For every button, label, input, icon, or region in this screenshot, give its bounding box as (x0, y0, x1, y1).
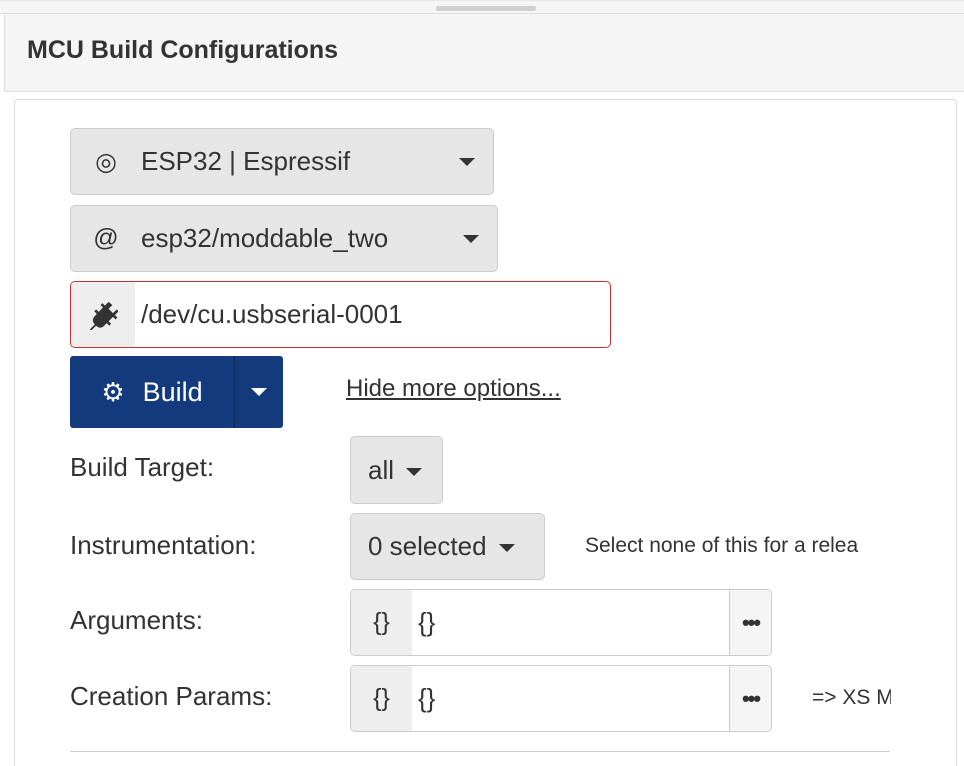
instrumentation-value: 0 selected (368, 531, 487, 561)
build-target-value: all (368, 454, 395, 485)
target-icon: ◎ (95, 147, 117, 176)
instrumentation-hint: Select none of this for a relea (585, 534, 859, 557)
build-dropdown-toggle[interactable] (234, 356, 283, 428)
chevron-down-icon (459, 157, 475, 166)
instrumentation-label: Instrumentation: (70, 530, 257, 560)
panel-resize-bar[interactable] (0, 0, 964, 14)
braces-icon: {} (351, 666, 412, 731)
instrumentation-select[interactable]: 0 selected (350, 513, 545, 580)
platform-select-label: ESP32 | Espressif (141, 146, 351, 176)
build-button-label: Build (142, 376, 203, 407)
subplatform-select-label: esp32/moddable_two (141, 223, 389, 253)
more-horizontal-icon[interactable]: ••• (729, 666, 771, 731)
arguments-label: Arguments: (70, 605, 203, 635)
creation-params-hint: => XS M (812, 686, 891, 709)
subplatform-select[interactable]: @ esp32/moddable_two (70, 205, 498, 272)
build-button[interactable]: ⚙ Build (70, 356, 234, 428)
mcu-build-page: MCU Build Configurations ◎ ESP32 | Espre… (0, 0, 964, 766)
more-horizontal-icon[interactable]: ••• (729, 590, 771, 655)
arguments-input[interactable] (412, 590, 729, 655)
serial-port-input-group (70, 281, 611, 348)
drag-handle[interactable] (436, 6, 536, 11)
chevron-down-icon (406, 467, 423, 476)
creation-params-input[interactable] (412, 666, 729, 731)
build-split-button: ⚙ Build (70, 356, 283, 428)
serial-port-input[interactable] (135, 282, 610, 347)
creation-params-label: Creation Params: (70, 681, 273, 711)
braces-icon: {} (351, 590, 412, 655)
plug-icon-svg (89, 301, 118, 330)
panel-title: MCU Build Configurations (27, 36, 339, 64)
panel-body: ◎ ESP32 | Espressif @ esp32/moddable_two… (14, 99, 957, 766)
hide-options-link[interactable]: Hide more options... (346, 375, 561, 403)
build-target-label: Build Target: (70, 452, 215, 482)
chevron-down-icon (498, 544, 515, 552)
chevron-down-icon (463, 234, 479, 243)
at-icon: @ (93, 224, 119, 252)
gear-icon: ⚙ (101, 376, 125, 407)
creation-params-input-group: {} ••• (350, 665, 772, 732)
panel-header: MCU Build Configurations (4, 14, 964, 92)
divider (70, 751, 890, 752)
arguments-input-group: {} ••• (350, 589, 772, 656)
plug-icon (71, 282, 135, 347)
platform-select[interactable]: ◎ ESP32 | Espressif (70, 128, 494, 195)
build-target-select[interactable]: all (350, 436, 443, 504)
